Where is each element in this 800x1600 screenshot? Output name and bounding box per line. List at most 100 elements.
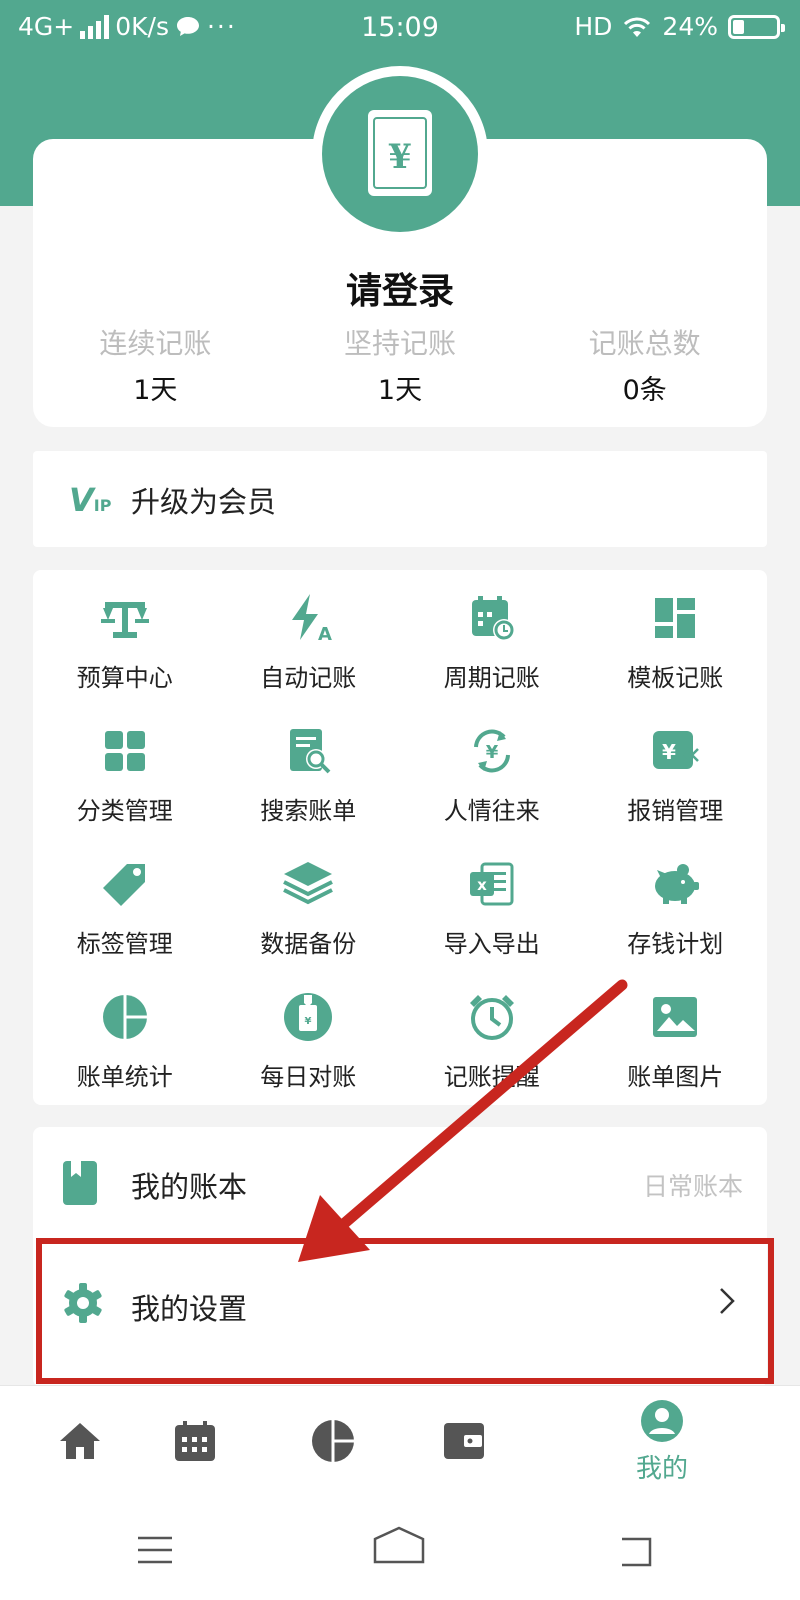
stat-persist: 坚持记账 1天 <box>278 322 523 407</box>
feature-reimbursement[interactable]: ¥ 报销管理 <box>584 721 768 854</box>
feature-grid: 预算中心 A 自动记账 周期记账 模板记账 分类管理 搜索账单 ¥ 人情往来 ¥ <box>33 588 767 1120</box>
feature-label: 人情往来 <box>443 797 540 825</box>
svg-text:¥: ¥ <box>388 137 412 177</box>
battery-percent: 24% <box>662 12 718 41</box>
svg-text:x: x <box>477 876 487 894</box>
chevron-right-icon <box>720 1288 735 1314</box>
my-settings-label: 我的设置 <box>131 1292 248 1326</box>
status-bar: 4G+ 0K/s ··· 15:09 HD 24% <box>0 0 800 56</box>
search-bill-icon <box>290 729 331 774</box>
feature-label: 搜索账单 <box>260 797 357 825</box>
feature-budget-center[interactable]: 预算中心 <box>33 588 217 721</box>
system-nav-bar <box>0 1495 800 1600</box>
login-prompt[interactable]: 请登录 <box>33 262 767 314</box>
gear-icon <box>64 1283 102 1323</box>
alarm-clock-icon <box>469 995 514 1040</box>
svg-text:¥: ¥ <box>662 740 676 764</box>
tag-icon <box>102 864 145 910</box>
stat-label: 坚持记账 <box>344 327 457 360</box>
my-settings-row[interactable]: 我的设置 <box>33 1249 767 1359</box>
avatar[interactable]: ¥ <box>322 76 478 232</box>
stat-value: 1天 <box>377 375 423 406</box>
stat-label: 记账总数 <box>588 327 701 360</box>
svg-text:¥: ¥ <box>305 1016 312 1027</box>
feature-template-record[interactable]: 模板记账 <box>584 588 768 721</box>
tab-calendar[interactable] <box>115 1386 275 1496</box>
feature-label: 自动记账 <box>260 664 357 692</box>
feature-label: 周期记账 <box>443 664 540 692</box>
bookmark-book-icon <box>63 1161 97 1205</box>
bottom-tab-bar: 我的 <box>0 1385 800 1495</box>
feature-social-exchange[interactable]: ¥ 人情往来 <box>400 721 584 854</box>
feature-bill-image[interactable]: 账单图片 <box>584 987 768 1120</box>
my-account-book-label: 我的账本 <box>131 1170 248 1204</box>
image-icon <box>653 997 698 1037</box>
stat-total: 记账总数 0条 <box>522 322 767 407</box>
piggy-bank-icon <box>655 864 700 904</box>
feature-search-bill[interactable]: 搜索账单 <box>217 721 401 854</box>
feature-category-manage[interactable]: 分类管理 <box>33 721 217 854</box>
money-exchange-icon: ¥ <box>473 729 510 773</box>
stat-value: 0条 <box>622 375 667 406</box>
feature-bill-stats[interactable]: 账单统计 <box>33 987 217 1120</box>
feature-daily-check[interactable]: ¥ 每日对账 <box>217 987 401 1120</box>
user-avatar-icon <box>641 1399 683 1442</box>
feature-label: 账单图片 <box>627 1063 724 1091</box>
tab-mine[interactable]: 我的 <box>582 1386 742 1496</box>
hd-badge: HD <box>574 12 613 41</box>
feature-label: 预算中心 <box>76 664 173 692</box>
layers-icon <box>283 862 334 905</box>
excel-icon: x <box>469 862 514 906</box>
pie-chart-icon <box>312 1420 354 1462</box>
stats-row: 连续记账 1天 坚持记账 1天 记账总数 0条 <box>33 322 767 407</box>
settings-list-card: 我的账本 日常账本 我的设置 <box>33 1127 767 1387</box>
feature-periodic-record[interactable]: 周期记账 <box>400 588 584 721</box>
stat-consecutive: 连续记账 1天 <box>33 322 278 407</box>
account-book-icon: ¥ <box>368 110 432 196</box>
home-nav-icon[interactable] <box>372 1525 426 1565</box>
feature-label: 分类管理 <box>76 797 173 825</box>
scale-icon <box>100 602 149 638</box>
home-icon <box>60 1423 100 1459</box>
wifi-icon <box>624 17 651 37</box>
current-book-name: 日常账本 <box>642 1172 743 1201</box>
tab-mine-label: 我的 <box>635 1453 688 1484</box>
feature-label: 报销管理 <box>627 797 724 825</box>
feature-saving-plan[interactable]: 存钱计划 <box>584 854 768 987</box>
feature-label: 导入导出 <box>443 930 540 958</box>
flash-auto-icon: A <box>292 594 332 644</box>
menu-icon[interactable] <box>136 1535 174 1565</box>
reimburse-icon: ¥ <box>653 731 700 769</box>
feature-data-backup[interactable]: 数据备份 <box>217 854 401 987</box>
pie-chart-icon <box>102 995 147 1039</box>
feature-label: 标签管理 <box>76 930 173 958</box>
stat-value: 1天 <box>133 375 178 406</box>
battery-icon <box>728 14 785 39</box>
feature-label: 账单统计 <box>76 1063 173 1091</box>
template-grid-icon <box>655 598 696 638</box>
stat-label: 连续记账 <box>99 327 212 360</box>
feature-label: 存钱计划 <box>627 930 724 958</box>
feature-label: 记账提醒 <box>443 1063 540 1091</box>
feature-label: 模板记账 <box>627 664 724 692</box>
my-account-book-row[interactable]: 我的账本 日常账本 <box>33 1127 767 1237</box>
calendar-icon <box>175 1421 215 1461</box>
wallet-icon <box>444 1423 484 1459</box>
category-grid-icon <box>104 731 145 771</box>
svg-text:¥: ¥ <box>485 742 498 763</box>
vip-upgrade-row[interactable]: VIP 升级为会员 <box>33 451 767 547</box>
tab-wallet[interactable] <box>384 1386 544 1496</box>
vip-label: 升级为会员 <box>131 485 277 519</box>
feature-record-reminder[interactable]: 记账提醒 <box>400 987 584 1120</box>
feature-import-export[interactable]: x 导入导出 <box>400 854 584 987</box>
vip-icon: VIP <box>69 481 112 519</box>
feature-grid-card: 预算中心 A 自动记账 周期记账 模板记账 分类管理 搜索账单 ¥ 人情往来 ¥ <box>33 570 767 1105</box>
feature-tag-manage[interactable]: 标签管理 <box>33 854 217 987</box>
svg-text:A: A <box>318 624 332 644</box>
back-icon[interactable] <box>616 1535 656 1569</box>
calendar-cycle-icon <box>471 596 515 641</box>
daily-check-icon: ¥ <box>284 993 333 1041</box>
feature-label: 每日对账 <box>260 1063 357 1091</box>
feature-auto-record[interactable]: A 自动记账 <box>217 588 401 721</box>
feature-label: 数据备份 <box>260 930 357 958</box>
